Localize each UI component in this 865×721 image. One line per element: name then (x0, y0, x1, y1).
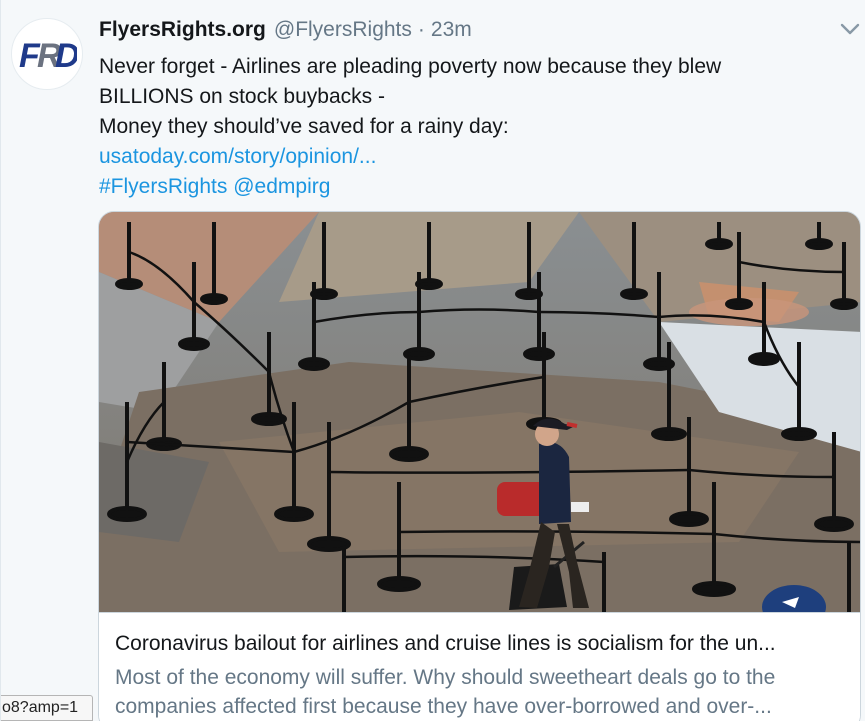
svg-text:D: D (55, 37, 77, 75)
card-description-line: companies affected first because they ha… (115, 695, 772, 718)
tweet-text: Never forget - Airlines are pleading pov… (99, 52, 839, 202)
display-name[interactable]: FlyersRights.org (99, 18, 266, 42)
avatar[interactable]: F R D (11, 18, 83, 90)
link-preview-card[interactable]: Coronavirus bailout for airlines and cru… (98, 211, 861, 721)
flyersrights-logo: F R D (19, 37, 77, 75)
mention-link[interactable]: @edmpirg (233, 175, 330, 198)
separator-dot: · (417, 18, 425, 41)
card-description: Most of the economy will suffer. Why sho… (115, 663, 846, 721)
tweet[interactable]: F R D FlyersRights.org @FlyersRights · 2… (0, 0, 865, 721)
chevron-down-icon[interactable] (839, 20, 861, 38)
tweet-text-line: BILLIONS on stock buybacks - (99, 85, 385, 108)
timestamp[interactable]: 23m (431, 18, 472, 42)
card-description-line: Most of the economy will suffer. Why sho… (115, 666, 776, 689)
tweet-text-line: Money they should’ve saved for a rainy d… (99, 115, 509, 138)
card-title[interactable]: Coronavirus bailout for airlines and cru… (115, 629, 846, 659)
article-link[interactable]: usatoday.com/story/opinion/... (99, 142, 839, 172)
status-bar-url: o8?amp=1 (1, 695, 93, 721)
user-handle[interactable]: @FlyersRights (274, 18, 412, 42)
tweet-header: FlyersRights.org @FlyersRights · 23m (99, 18, 472, 48)
hashtag-link[interactable]: #FlyersRights (99, 175, 227, 198)
tweet-text-line: Never forget - Airlines are pleading pov… (99, 55, 722, 78)
card-image[interactable] (99, 212, 861, 612)
card-text[interactable]: Coronavirus bailout for airlines and cru… (99, 612, 860, 721)
